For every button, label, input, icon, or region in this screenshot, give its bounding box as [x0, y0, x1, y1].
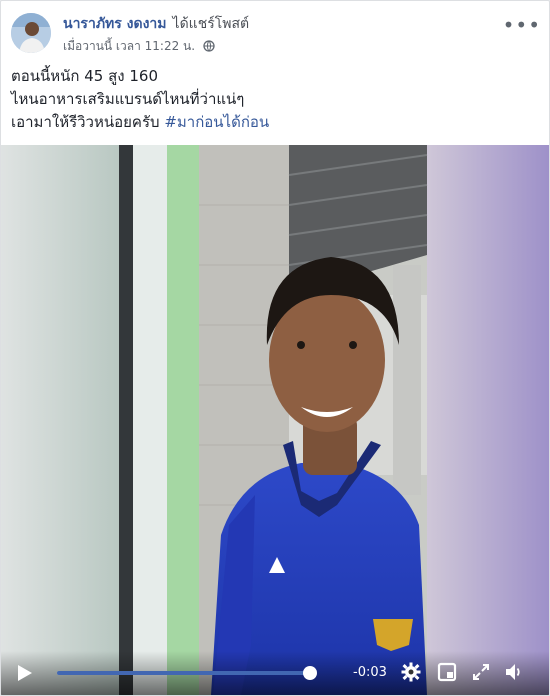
volume-icon[interactable] [504, 662, 524, 686]
post-body: ตอนนี้หนัก 45 สูง 160 ไหนอาหารเสริมแบรนด… [11, 65, 541, 134]
post-action-text: ได้แชร์โพสต์ [172, 16, 250, 32]
post-meta: เมื่อวานนี้ เวลา 11:22 น. [63, 37, 215, 56]
post-text-line-3: เอามาให้รีวิวหน่อยครับ [11, 113, 160, 131]
hashtag-link[interactable]: #มาก่อนได้ก่อน [164, 113, 269, 131]
globe-icon[interactable] [203, 40, 215, 55]
settings-icon[interactable] [401, 662, 421, 686]
post-title-line: นาราภัทร งดงาม ได้แชร์โพสต์ [63, 15, 249, 33]
post-text-line: เอามาให้รีวิวหน่อยครับ #มาก่อนได้ก่อน [11, 111, 541, 134]
post-timestamp[interactable]: เมื่อวานนี้ เวลา 11:22 น. [63, 39, 195, 53]
video-player[interactable]: -0:03 [1, 145, 549, 695]
post-card: นาราภัทร งดงาม ได้แชร์โพสต์ เมื่อวานนี้ เ… [0, 0, 550, 696]
time-remaining: -0:03 [353, 665, 387, 680]
author-avatar[interactable] [11, 13, 51, 53]
more-options-icon[interactable]: ••• [503, 13, 541, 37]
post-header: นาราภัทร งดงาม ได้แชร์โพสต์ เมื่อวานนี้ เ… [11, 11, 541, 59]
progress-fill [57, 671, 310, 675]
post-text-line: ตอนนี้หนัก 45 สูง 160 [11, 67, 158, 85]
video-controls: -0:03 [1, 651, 549, 695]
play-icon[interactable] [17, 664, 33, 686]
video-frame [1, 145, 549, 695]
author-name[interactable]: นาราภัทร งดงาม [63, 16, 167, 32]
fullscreen-icon[interactable] [471, 662, 491, 686]
mini-player-icon[interactable] [437, 662, 457, 686]
post-text-line: ไหนอาหารเสริมแบรนด์ไหนที่ว่าแน่ๆ [11, 90, 245, 108]
progress-bar[interactable] [57, 666, 317, 680]
progress-scrubber[interactable] [302, 666, 317, 680]
